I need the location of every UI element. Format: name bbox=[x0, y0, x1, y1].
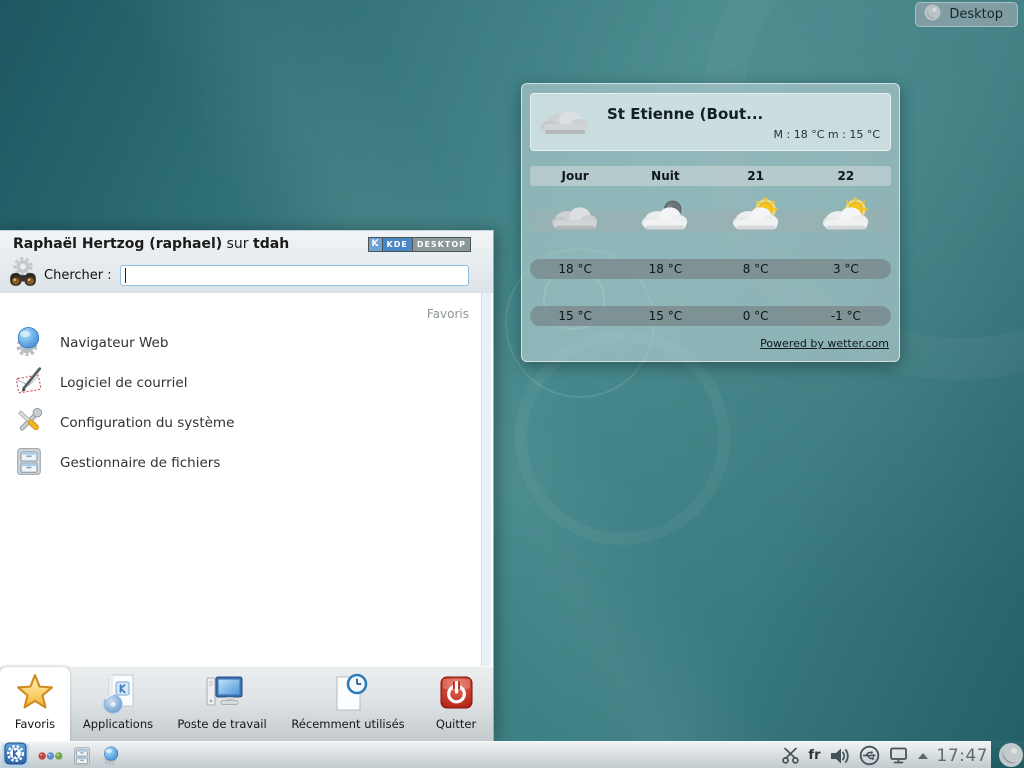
weather-column-headers: Jour Nuit 21 22 bbox=[530, 166, 891, 186]
cloudy-icon bbox=[530, 195, 620, 237]
night-temp: 15 °C bbox=[620, 309, 710, 323]
favorite-item-system-settings[interactable]: Configuration du système bbox=[14, 403, 473, 443]
cloud-icon bbox=[537, 100, 593, 144]
tab-applications[interactable]: Applications bbox=[70, 667, 166, 741]
night-temp: -1 °C bbox=[801, 309, 891, 323]
weather-widget: St Etienne (Bout... M : 18 °C m : 15 °C … bbox=[521, 83, 900, 362]
file-manager-icon[interactable] bbox=[72, 746, 92, 766]
digital-clock[interactable]: 17:47 bbox=[937, 746, 989, 766]
kickoff-menu: Raphaël Hertzog (raphael) sur tdah K KDE… bbox=[0, 230, 494, 741]
day-temp: 3 °C bbox=[801, 262, 891, 276]
weather-condition-icons bbox=[530, 192, 891, 240]
tab-recemment-utilises[interactable]: Récemment utilisés bbox=[278, 667, 418, 741]
user-name: Raphaël Hertzog (raphael) bbox=[13, 236, 222, 252]
weather-credit-link[interactable]: Powered by wetter.com bbox=[760, 337, 889, 350]
weather-night-temps-row: 15 °C 15 °C 0 °C -1 °C bbox=[530, 306, 891, 326]
kde-logo-icon: K bbox=[369, 238, 383, 251]
volume-icon[interactable] bbox=[829, 747, 851, 765]
kickoff-tab-bar: Favoris Applications bbox=[0, 666, 493, 741]
search-binoculars-icon bbox=[8, 257, 38, 293]
web-browser-icon[interactable] bbox=[101, 745, 122, 766]
search-label: Chercher : bbox=[44, 268, 112, 283]
badge-kde-label: KDE bbox=[383, 238, 413, 251]
tab-label: Quitter bbox=[436, 717, 476, 731]
expand-tray-icon[interactable] bbox=[917, 752, 929, 760]
panel-cashew-corner bbox=[991, 741, 1024, 768]
weather-header: St Etienne (Bout... M : 18 °C m : 15 °C bbox=[530, 93, 891, 151]
network-monitor-icon[interactable] bbox=[888, 746, 909, 765]
file-manager-icon bbox=[14, 446, 44, 480]
favorite-item-label: Navigateur Web bbox=[60, 335, 168, 351]
text-caret bbox=[125, 268, 126, 283]
desktop-toolbox-button[interactable]: Desktop bbox=[915, 2, 1018, 27]
computer-icon bbox=[200, 672, 244, 714]
kde-desktop-badge: K KDE DESKTOP bbox=[368, 237, 472, 252]
web-browser-icon bbox=[14, 326, 44, 360]
tab-label: Récemment utilisés bbox=[291, 717, 404, 731]
recent-documents-icon bbox=[326, 672, 370, 714]
kde-menu-button[interactable] bbox=[2, 743, 29, 768]
scrollbar-track[interactable] bbox=[481, 293, 491, 666]
cloudy-night-icon bbox=[620, 195, 710, 237]
background-swirl bbox=[515, 330, 730, 545]
weather-max-min-temps: M : 18 °C m : 15 °C bbox=[607, 128, 880, 141]
badge-desktop-label: DESKTOP bbox=[413, 238, 470, 251]
favorite-item-label: Configuration du système bbox=[60, 415, 234, 431]
keyboard-layout-indicator[interactable]: fr bbox=[808, 748, 820, 763]
host-name: tdah bbox=[253, 236, 289, 252]
email-icon bbox=[14, 366, 44, 400]
user-connector: sur bbox=[227, 236, 249, 252]
tab-label: Favoris bbox=[15, 717, 55, 731]
night-temp: 0 °C bbox=[711, 309, 801, 323]
tab-quitter[interactable]: Quitter bbox=[418, 667, 494, 741]
weather-day-temps-row: 18 °C 18 °C 8 °C 3 °C bbox=[530, 259, 891, 279]
tab-label: Applications bbox=[83, 717, 153, 731]
weather-location-title: St Etienne (Bout... bbox=[607, 105, 880, 123]
usb-device-icon[interactable] bbox=[859, 745, 880, 766]
search-input[interactable] bbox=[120, 265, 469, 286]
sun-cloud-icon bbox=[711, 195, 801, 237]
favorite-item-label: Logiciel de courriel bbox=[60, 375, 187, 391]
day-temp: 8 °C bbox=[711, 262, 801, 276]
star-icon bbox=[13, 672, 57, 714]
tab-favoris[interactable]: Favoris bbox=[0, 667, 70, 741]
kde-menu-icon bbox=[4, 742, 27, 768]
favorite-item-email[interactable]: Logiciel de courriel bbox=[14, 363, 473, 403]
kickoff-user-line: Raphaël Hertzog (raphael) sur tdah bbox=[13, 236, 368, 252]
favorites-section-label: Favoris bbox=[427, 307, 469, 321]
favorite-item-file-manager[interactable]: Gestionnaire de fichiers bbox=[14, 443, 473, 483]
weather-col-header: Jour bbox=[530, 169, 620, 183]
favorite-item-label: Gestionnaire de fichiers bbox=[60, 455, 220, 471]
weather-col-header: 22 bbox=[801, 169, 891, 183]
plasma-cashew-icon bbox=[924, 4, 941, 25]
panel-cashew-icon[interactable] bbox=[998, 742, 1024, 768]
weather-col-header: 21 bbox=[711, 169, 801, 183]
favorite-item-web-browser[interactable]: Navigateur Web bbox=[14, 323, 473, 363]
system-settings-icon bbox=[14, 406, 44, 440]
night-temp: 15 °C bbox=[530, 309, 620, 323]
taskbar-panel: fr bbox=[0, 741, 1024, 768]
kickoff-header: Raphaël Hertzog (raphael) sur tdah K KDE… bbox=[0, 231, 493, 293]
tab-label: Poste de travail bbox=[177, 717, 266, 731]
kickoff-favorites-view: Favoris Navigateur Web bbox=[0, 293, 493, 666]
power-icon bbox=[434, 672, 478, 714]
sun-cloud-icon bbox=[801, 195, 891, 237]
weather-col-header: Nuit bbox=[620, 169, 710, 183]
tab-poste-de-travail[interactable]: Poste de travail bbox=[166, 667, 278, 741]
colored-dots-icon[interactable] bbox=[38, 750, 63, 762]
day-temp: 18 °C bbox=[530, 262, 620, 276]
applications-box-icon bbox=[96, 672, 140, 714]
desktop-toolbox-label: Desktop bbox=[949, 7, 1003, 22]
day-temp: 18 °C bbox=[620, 262, 710, 276]
scissors-icon[interactable] bbox=[781, 747, 800, 764]
